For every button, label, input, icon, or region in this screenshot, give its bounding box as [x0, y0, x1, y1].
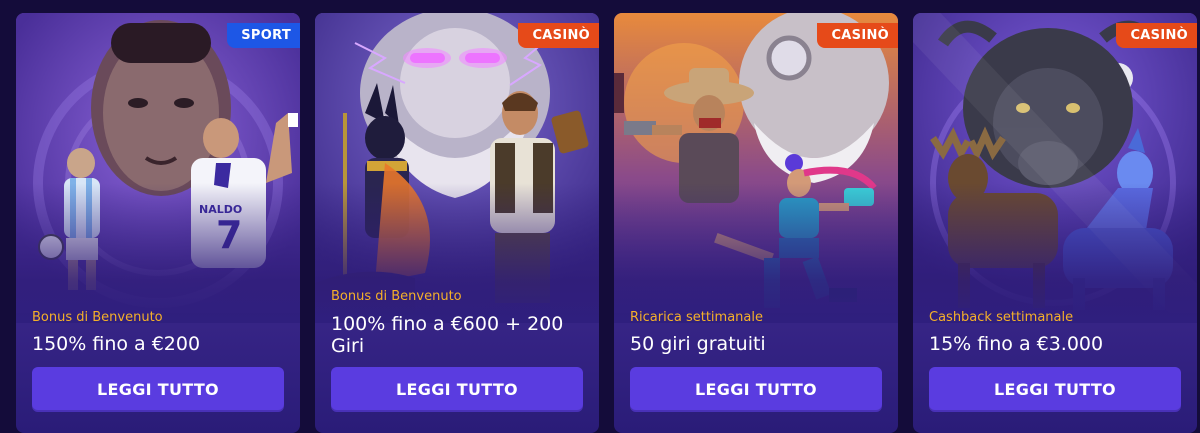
read-more-button[interactable]: LEGGI TUTTO — [929, 367, 1181, 412]
promo-subtitle: Bonus di Benvenuto — [32, 310, 163, 325]
promo-title: 15% fino a €3.000 — [929, 333, 1104, 355]
promo-title: 100% fino a €600 + 200 Giri — [331, 313, 564, 357]
category-badge: SPORT — [227, 23, 300, 48]
promo-subtitle: Cashback settimanale — [929, 310, 1074, 325]
promo-card-sport[interactable]: 7 NALDO SPORT Bonus di Benvenuto 150% fi… — [16, 13, 300, 433]
promo-title: 50 giri gratuiti — [630, 333, 766, 355]
category-badge: CASINÒ — [1116, 23, 1197, 48]
read-more-button[interactable]: LEGGI TUTTO — [32, 367, 284, 412]
read-more-button[interactable]: LEGGI TUTTO — [331, 367, 583, 412]
promo-card-cashback[interactable]: CASINÒ Cashback settimanale 15% fino a €… — [913, 13, 1197, 433]
promotions-row: 7 NALDO SPORT Bonus di Benvenuto 150% fi… — [0, 0, 1200, 433]
promo-card-weekly-reload[interactable]: CASINÒ Ricarica settimanale 50 giri grat… — [614, 13, 898, 433]
promo-title: 150% fino a €200 — [32, 333, 201, 355]
promo-subtitle: Bonus di Benvenuto — [331, 289, 462, 304]
promo-subtitle: Ricarica settimanale — [630, 310, 763, 325]
category-badge: CASINÒ — [518, 23, 599, 48]
read-more-button[interactable]: LEGGI TUTTO — [630, 367, 882, 412]
promo-card-casino-welcome[interactable]: CASINÒ Bonus di Benvenuto 100% fino a €6… — [315, 13, 599, 433]
category-badge: CASINÒ — [817, 23, 898, 48]
